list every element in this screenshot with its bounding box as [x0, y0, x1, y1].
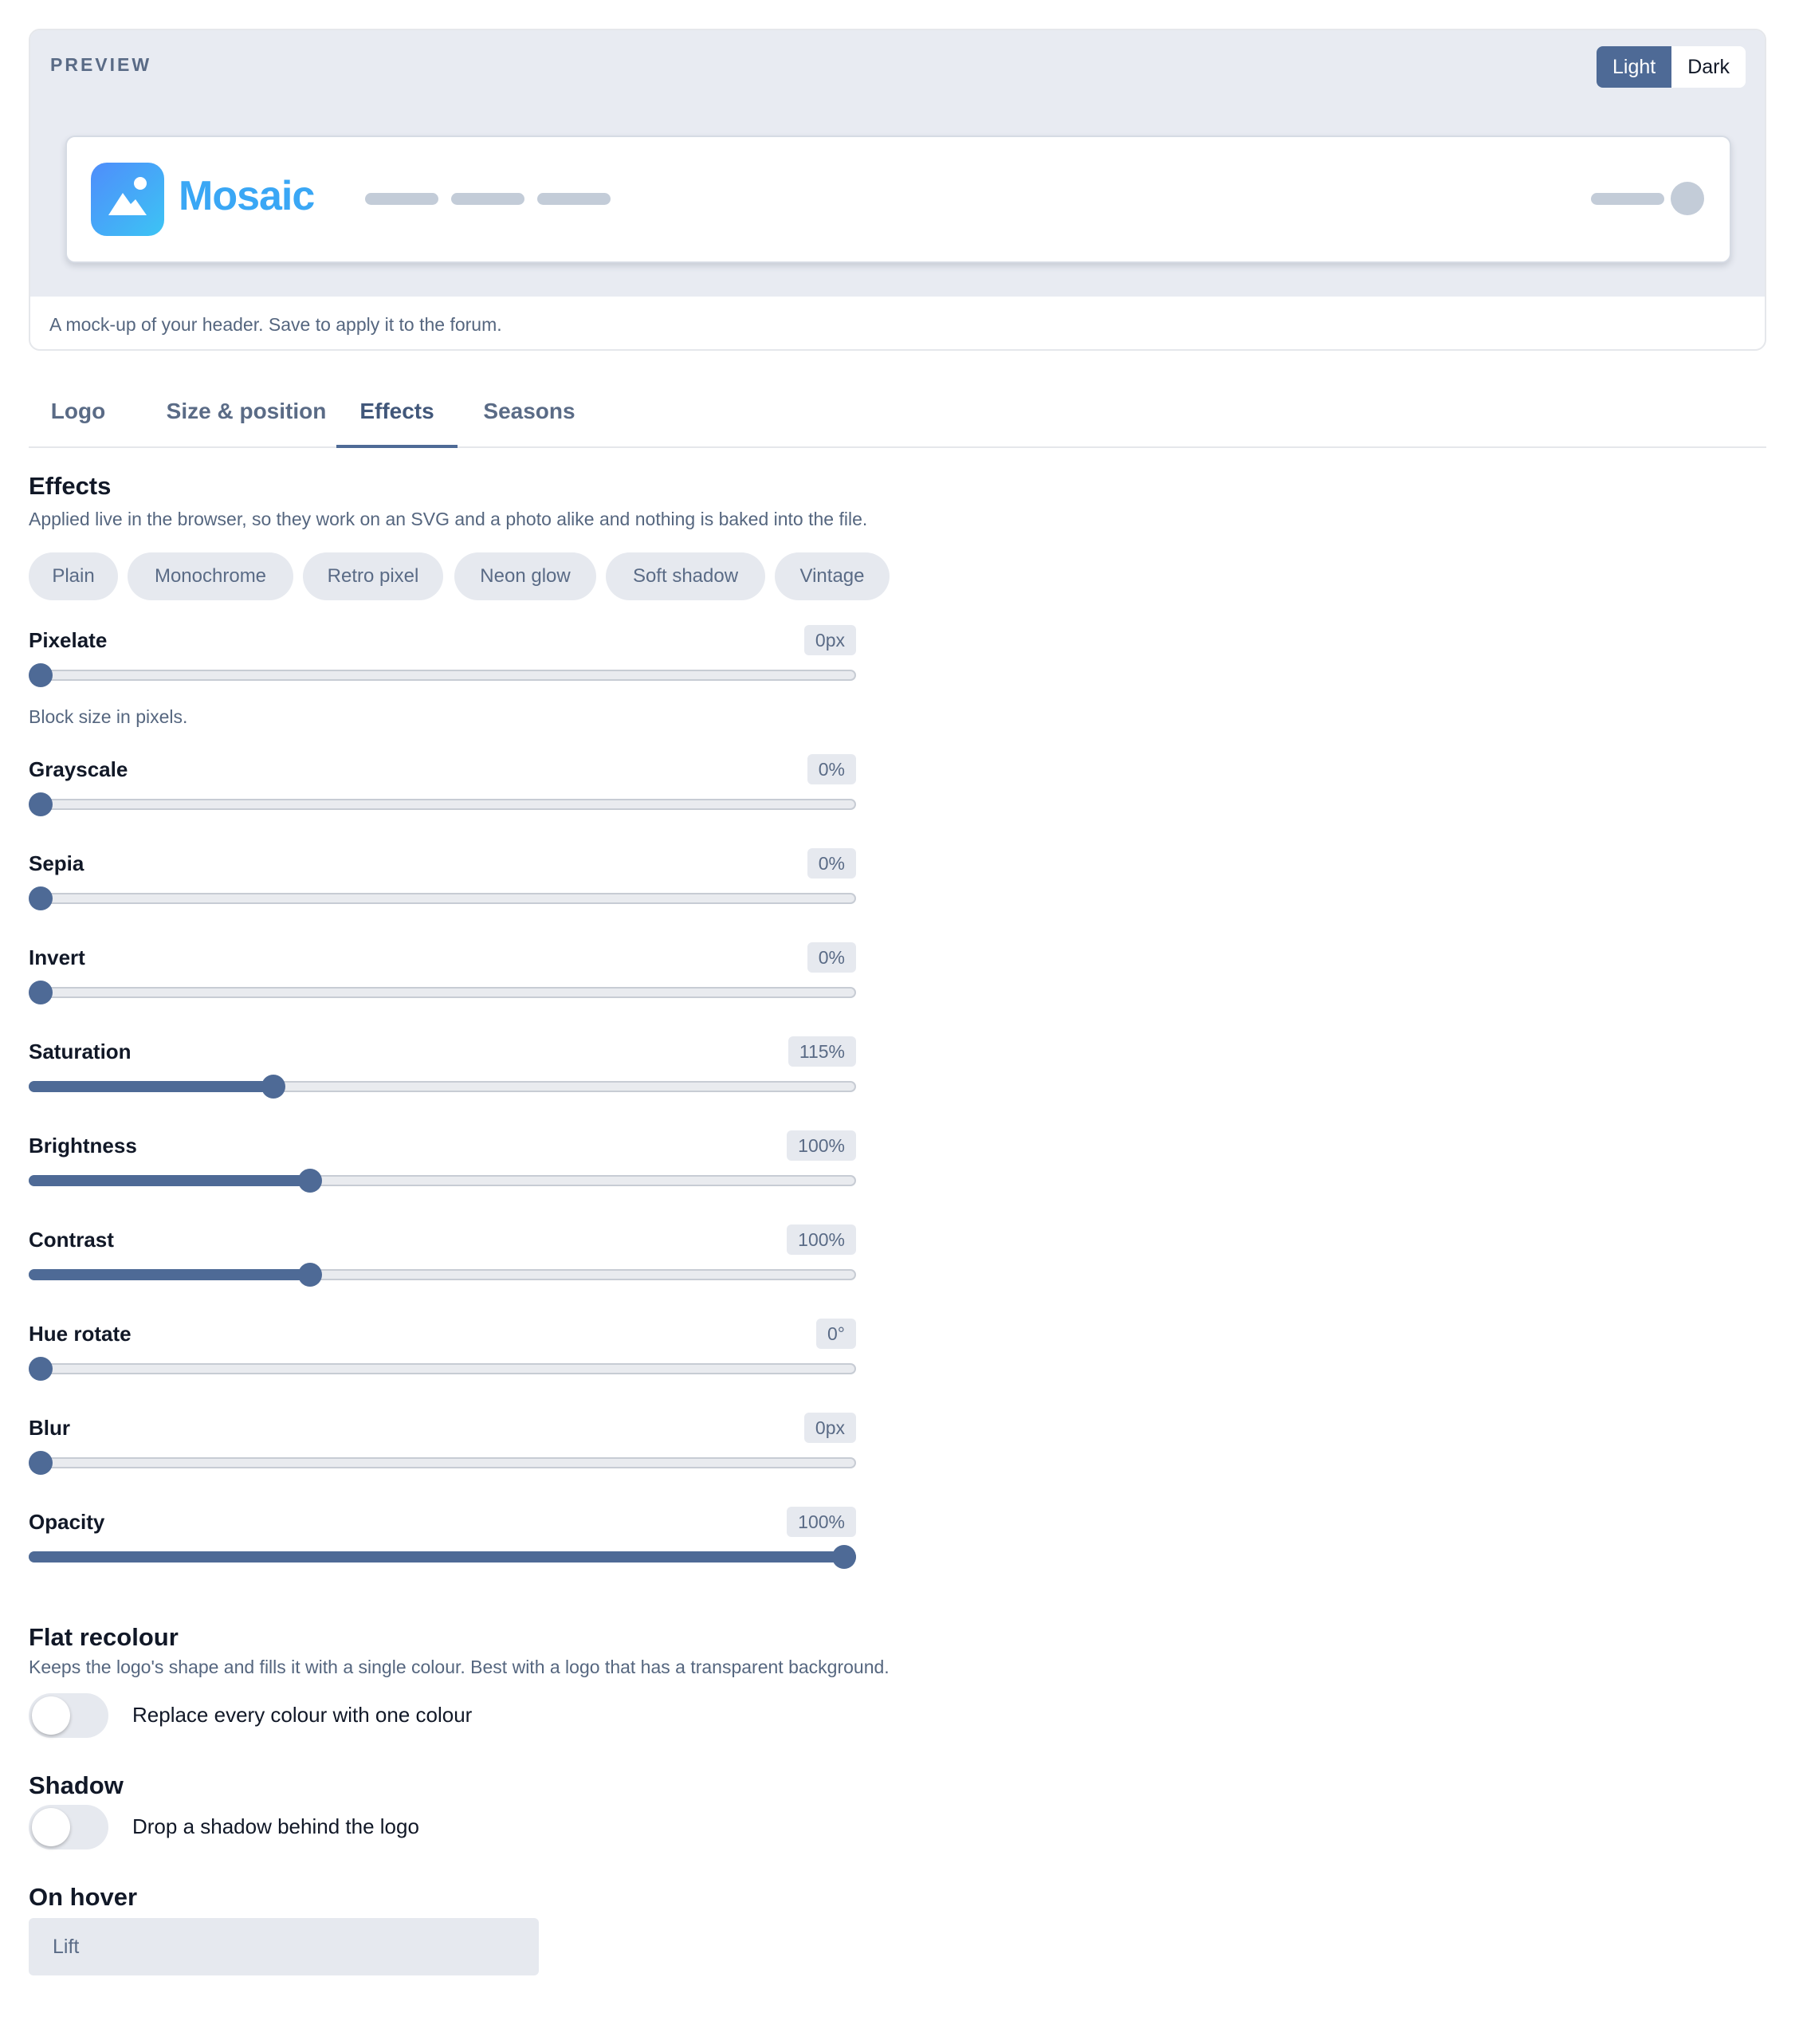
shadow-toggle-knob	[32, 1808, 70, 1846]
invert-value: 0%	[807, 942, 856, 973]
pixelate-label: Pixelate	[29, 628, 108, 652]
preset-soft-shadow[interactable]: Soft shadow	[606, 552, 765, 600]
hue-rotate-label: Hue rotate	[29, 1322, 132, 1346]
sepia-slider[interactable]	[29, 893, 856, 904]
theme-dark-button[interactable]: Dark	[1671, 46, 1746, 88]
grayscale-slider[interactable]	[29, 799, 856, 810]
preset-retro-pixel[interactable]: Retro pixel	[303, 552, 443, 600]
contrast-value: 100%	[787, 1224, 856, 1255]
grayscale-label: Grayscale	[29, 757, 128, 781]
preview-card: PREVIEW Light Dark Mosaic A mock-up of y…	[29, 29, 1766, 351]
brand-name: Mosaic	[179, 173, 315, 219]
nav-placeholder-2	[451, 193, 524, 205]
blur-slider[interactable]	[29, 1457, 856, 1468]
flat-recolour-description: Keeps the logo's shape and fills it with…	[29, 1657, 890, 1677]
hue-rotate-slider[interactable]	[29, 1363, 856, 1374]
brightness-slider-thumb[interactable]	[298, 1169, 322, 1193]
sepia-value: 0%	[807, 848, 856, 879]
pixelate-value: 0px	[803, 625, 856, 655]
flat-recolour-toggle[interactable]	[29, 1693, 108, 1738]
tab-logo[interactable]: Logo	[29, 381, 128, 448]
theme-light-button[interactable]: Light	[1596, 46, 1672, 88]
avatar-placeholder	[1671, 182, 1704, 215]
flat-recolour-toggle-label: Replace every colour with one colour	[132, 1703, 473, 1727]
opacity-slider-thumb[interactable]	[832, 1545, 856, 1569]
pixelate-slider[interactable]	[29, 670, 856, 681]
saturation-slider-fill	[29, 1081, 269, 1092]
pixelate-help: Block size in pixels.	[29, 706, 188, 727]
tab-effects[interactable]: Effects	[336, 381, 458, 448]
mosaic-logo-icon	[91, 163, 164, 236]
preset-neon-glow[interactable]: Neon glow	[454, 552, 596, 600]
contrast-label: Contrast	[29, 1228, 114, 1252]
theme-toggle: Light Dark	[1596, 46, 1746, 88]
hue-rotate-slider-thumb[interactable]	[29, 1357, 53, 1381]
effects-title: Effects	[29, 472, 112, 500]
grayscale-value: 0%	[807, 754, 856, 784]
preset-monochrome[interactable]: Monochrome	[128, 552, 293, 600]
brightness-label: Brightness	[29, 1134, 137, 1158]
shadow-toggle-label: Drop a shadow behind the logo	[132, 1814, 419, 1838]
sepia-label: Sepia	[29, 851, 84, 875]
flat-recolour-title: Flat recolour	[29, 1623, 179, 1651]
tab-seasons[interactable]: Seasons	[458, 381, 601, 448]
logo-effects-settings-page: PREVIEW Light Dark Mosaic A mock-up of y…	[0, 0, 1795, 2044]
effects-description: Applied live in the browser, so they wor…	[29, 509, 868, 529]
contrast-slider-thumb[interactable]	[298, 1263, 322, 1287]
hue-rotate-value: 0°	[816, 1319, 856, 1349]
brightness-value: 100%	[787, 1130, 856, 1161]
preview-label: PREVIEW	[50, 54, 152, 75]
saturation-slider-thumb[interactable]	[261, 1075, 285, 1099]
pixelate-slider-thumb[interactable]	[29, 663, 53, 687]
opacity-slider-fill	[29, 1551, 856, 1562]
opacity-value: 100%	[787, 1507, 856, 1537]
mock-forum-header: Mosaic	[65, 136, 1731, 263]
blur-slider-thumb[interactable]	[29, 1451, 53, 1475]
blur-label: Blur	[29, 1416, 70, 1440]
invert-label: Invert	[29, 945, 85, 969]
shadow-toggle[interactable]	[29, 1805, 108, 1849]
blur-value: 0px	[803, 1413, 856, 1443]
shadow-title: Shadow	[29, 1771, 124, 1799]
user-placeholder	[1591, 193, 1664, 205]
opacity-label: Opacity	[29, 1510, 105, 1534]
tab-size-position[interactable]: Size & position	[128, 381, 365, 448]
on-hover-title: On hover	[29, 1883, 138, 1911]
saturation-value: 115%	[788, 1036, 856, 1067]
saturation-label: Saturation	[29, 1040, 132, 1063]
grayscale-slider-thumb[interactable]	[29, 792, 53, 816]
on-hover-select[interactable]: Lift	[29, 1918, 539, 1975]
invert-slider[interactable]	[29, 987, 856, 998]
sepia-slider-thumb[interactable]	[29, 886, 53, 910]
flat-recolour-toggle-knob	[32, 1696, 70, 1735]
contrast-slider-fill	[29, 1269, 306, 1280]
invert-slider-thumb[interactable]	[29, 981, 53, 1004]
preview-area: PREVIEW Light Dark Mosaic	[30, 30, 1765, 297]
preset-plain[interactable]: Plain	[29, 552, 118, 600]
preview-caption: A mock-up of your header. Save to apply …	[49, 314, 502, 335]
nav-placeholder-3	[537, 193, 611, 205]
brightness-slider-fill	[29, 1175, 306, 1186]
nav-placeholder-1	[365, 193, 438, 205]
preset-vintage[interactable]: Vintage	[775, 552, 890, 600]
settings-tabs: Logo Size & position Effects Seasons	[29, 381, 1766, 448]
